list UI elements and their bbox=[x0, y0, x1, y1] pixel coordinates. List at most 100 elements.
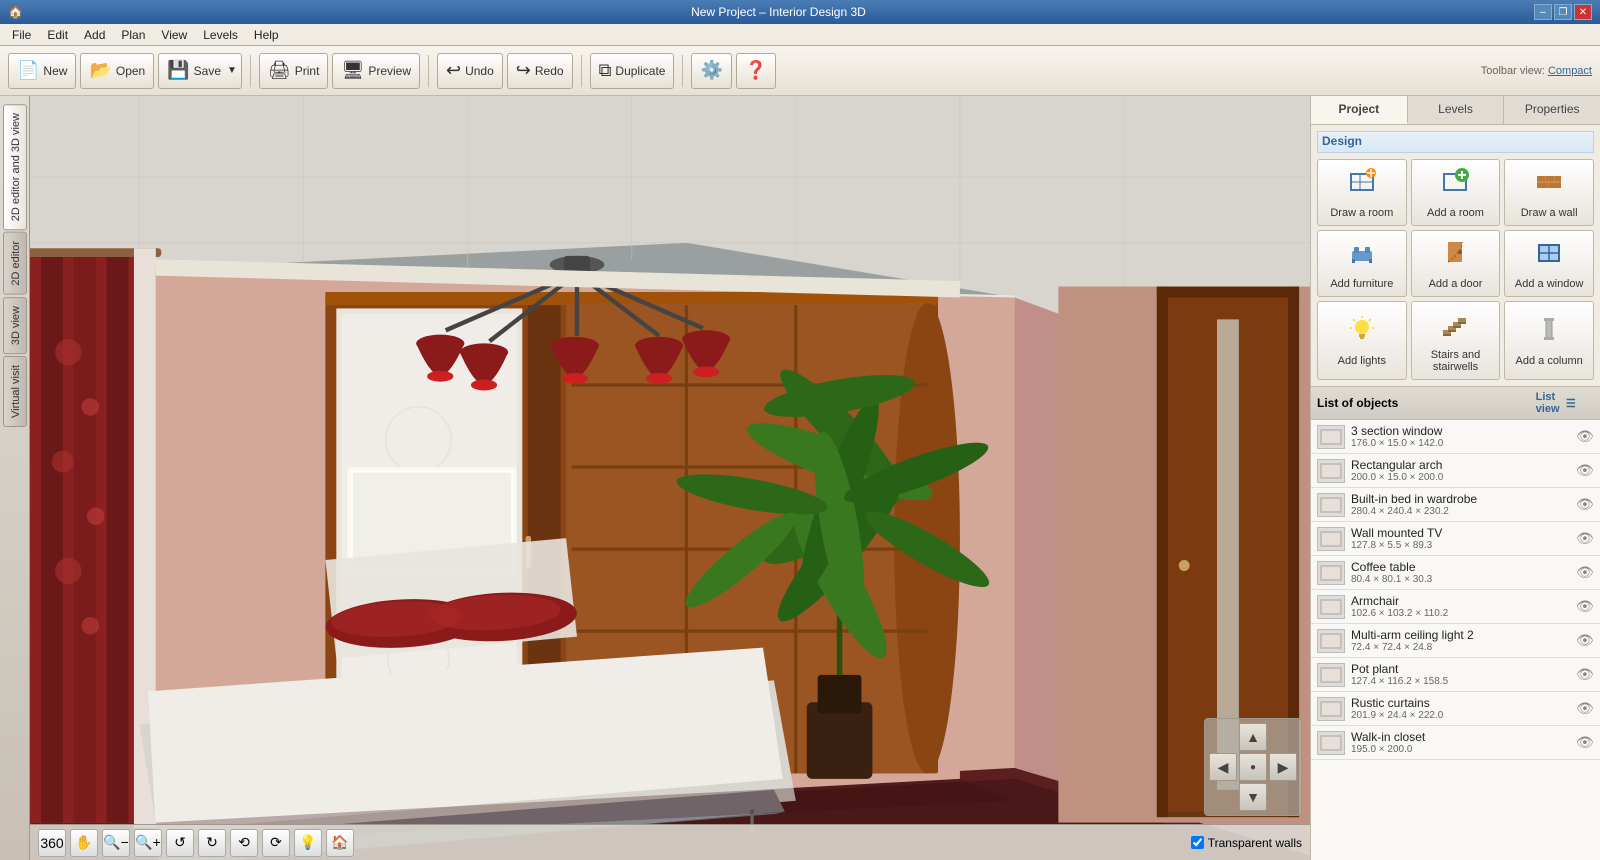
add-lights-button[interactable]: Add lights bbox=[1317, 301, 1407, 380]
preview-button[interactable]: 🖥 Preview bbox=[332, 53, 420, 89]
visibility-toggle[interactable]: 👁 bbox=[1576, 666, 1594, 683]
new-button[interactable]: 📄 New bbox=[8, 53, 76, 89]
home-button[interactable]: 🏠 bbox=[326, 829, 354, 857]
visibility-toggle[interactable]: 👁 bbox=[1576, 734, 1594, 751]
add-window-icon bbox=[1534, 237, 1564, 274]
orbit-right-button[interactable]: ⟳ bbox=[262, 829, 290, 857]
nav-down-button[interactable]: ▼ bbox=[1239, 783, 1267, 811]
add-furniture-button[interactable]: Add furniture bbox=[1317, 230, 1407, 297]
object-info: 3 section window 176.0 × 15.0 × 142.0 bbox=[1351, 424, 1570, 449]
orbit-left-button[interactable]: ⟲ bbox=[230, 829, 258, 857]
undo-button[interactable]: ↩ Undo bbox=[437, 53, 503, 89]
object-thumbnail bbox=[1317, 731, 1345, 755]
objects-list[interactable]: 3 section window 176.0 × 15.0 × 142.0 👁 … bbox=[1311, 420, 1600, 860]
zoom-in-button[interactable]: 🔍+ bbox=[134, 829, 162, 857]
window-controls: – ❐ ✕ bbox=[1534, 4, 1592, 20]
stairs-button[interactable]: Stairs and stairwells bbox=[1411, 301, 1501, 380]
visibility-toggle[interactable]: 👁 bbox=[1576, 598, 1594, 615]
visibility-toggle[interactable]: 👁 bbox=[1576, 632, 1594, 649]
zoom-out-button[interactable]: 🔍− bbox=[102, 829, 130, 857]
tab-levels[interactable]: Levels bbox=[1408, 96, 1505, 124]
add-door-label: Add a door bbox=[1429, 278, 1483, 290]
new-icon: 📄 bbox=[17, 60, 39, 81]
list-item[interactable]: Walk-in closet 195.0 × 200.0 👁 bbox=[1311, 726, 1600, 760]
menu-levels[interactable]: Levels bbox=[195, 26, 246, 44]
360-view-button[interactable]: 360 bbox=[38, 829, 66, 857]
list-item[interactable]: Rustic curtains 201.9 × 24.4 × 222.0 👁 bbox=[1311, 692, 1600, 726]
visibility-toggle[interactable]: 👁 bbox=[1576, 700, 1594, 717]
save-button[interactable]: 💾 Save ▼ bbox=[158, 53, 242, 89]
preview-icon: 🖥 bbox=[341, 60, 364, 81]
draw-room-button[interactable]: Draw a room bbox=[1317, 159, 1407, 226]
menu-edit[interactable]: Edit bbox=[39, 26, 76, 44]
visibility-toggle[interactable]: 👁 bbox=[1576, 530, 1594, 547]
add-column-button[interactable]: Add a column bbox=[1504, 301, 1594, 380]
design-label: Design bbox=[1317, 131, 1594, 153]
add-window-button[interactable]: Add a window bbox=[1504, 230, 1594, 297]
list-item[interactable]: 3 section window 176.0 × 15.0 × 142.0 👁 bbox=[1311, 420, 1600, 454]
redo-button[interactable]: ↪ Redo bbox=[507, 53, 573, 89]
tab-virtual-visit[interactable]: Virtual visit bbox=[3, 356, 27, 427]
settings-button[interactable]: ⚙️ bbox=[691, 53, 731, 89]
nav-left-button[interactable]: ◀ bbox=[1209, 753, 1237, 781]
light-button[interactable]: 💡 bbox=[294, 829, 322, 857]
duplicate-button[interactable]: ⧉ Duplicate bbox=[590, 53, 675, 89]
help-icon: ❓ bbox=[745, 60, 767, 81]
undo-icon: ↩ bbox=[446, 60, 461, 81]
object-name: Rectangular arch bbox=[1351, 458, 1570, 472]
object-dimensions: 200.0 × 15.0 × 200.0 bbox=[1351, 472, 1570, 483]
nav-right-button[interactable]: ▶ bbox=[1269, 753, 1297, 781]
draw-wall-button[interactable]: Draw a wall bbox=[1504, 159, 1594, 226]
list-item[interactable]: Pot plant 127.4 × 116.2 × 158.5 👁 bbox=[1311, 658, 1600, 692]
toolbar-separator-4 bbox=[682, 55, 683, 87]
add-door-button[interactable]: Add a door bbox=[1411, 230, 1501, 297]
menu-view[interactable]: View bbox=[153, 26, 195, 44]
transparent-walls-control: Transparent walls bbox=[1191, 836, 1302, 850]
add-lights-label: Add lights bbox=[1338, 355, 1386, 367]
menu-file[interactable]: File bbox=[4, 26, 39, 44]
nav-center-button[interactable]: ● bbox=[1239, 753, 1267, 781]
print-button[interactable]: 🖨 Print bbox=[259, 53, 329, 89]
object-thumbnail bbox=[1317, 459, 1345, 483]
tab-2d-3d-view[interactable]: 2D editor and 3D view bbox=[3, 104, 27, 230]
list-item[interactable]: Rectangular arch 200.0 × 15.0 × 200.0 👁 bbox=[1311, 454, 1600, 488]
transparent-walls-label[interactable]: Transparent walls bbox=[1208, 836, 1302, 850]
rotate-cw-button[interactable]: ↻ bbox=[198, 829, 226, 857]
print-icon: 🖨 bbox=[268, 60, 291, 81]
menu-plan[interactable]: Plan bbox=[113, 26, 153, 44]
add-room-button[interactable]: Add a room bbox=[1411, 159, 1501, 226]
visibility-toggle[interactable]: 👁 bbox=[1576, 428, 1594, 445]
visibility-toggle[interactable]: 👁 bbox=[1576, 462, 1594, 479]
rotate-ccw-button[interactable]: ↺ bbox=[166, 829, 194, 857]
object-dimensions: 127.4 × 116.2 × 158.5 bbox=[1351, 676, 1570, 687]
list-item[interactable]: Wall mounted TV 127.8 × 5.5 × 89.3 👁 bbox=[1311, 522, 1600, 556]
restore-button[interactable]: ❐ bbox=[1554, 4, 1572, 20]
object-name: Walk-in closet bbox=[1351, 730, 1570, 744]
open-button[interactable]: 📂 Open bbox=[80, 53, 154, 89]
tab-properties[interactable]: Properties bbox=[1504, 96, 1600, 124]
visibility-toggle[interactable]: 👁 bbox=[1576, 564, 1594, 581]
tab-2d-editor[interactable]: 2D editor bbox=[3, 232, 27, 295]
transparent-walls-checkbox[interactable] bbox=[1191, 836, 1204, 849]
save-dropdown-icon[interactable]: ▼ bbox=[227, 65, 237, 76]
list-view-button[interactable]: List view ☰ bbox=[1536, 391, 1594, 415]
help-button[interactable]: ❓ bbox=[736, 53, 776, 89]
list-item[interactable]: Built-in bed in wardrobe 280.4 × 240.4 ×… bbox=[1311, 488, 1600, 522]
menu-add[interactable]: Add bbox=[76, 26, 113, 44]
draw-wall-label: Draw a wall bbox=[1521, 207, 1578, 219]
nav-up-button[interactable]: ▲ bbox=[1239, 723, 1267, 751]
pan-button[interactable]: ✋ bbox=[70, 829, 98, 857]
tab-3d-view[interactable]: 3D view bbox=[3, 297, 27, 354]
object-dimensions: 195.0 × 200.0 bbox=[1351, 744, 1570, 755]
minimize-button[interactable]: – bbox=[1534, 4, 1552, 20]
add-room-icon bbox=[1440, 166, 1470, 203]
close-button[interactable]: ✕ bbox=[1574, 4, 1592, 20]
list-item[interactable]: Armchair 102.6 × 103.2 × 110.2 👁 bbox=[1311, 590, 1600, 624]
list-item[interactable]: Coffee table 80.4 × 80.1 × 30.3 👁 bbox=[1311, 556, 1600, 590]
list-item[interactable]: Multi-arm ceiling light 2 72.4 × 72.4 × … bbox=[1311, 624, 1600, 658]
object-dimensions: 176.0 × 15.0 × 142.0 bbox=[1351, 438, 1570, 449]
app-icon: 🏠 bbox=[8, 5, 23, 19]
visibility-toggle[interactable]: 👁 bbox=[1576, 496, 1594, 513]
tab-project[interactable]: Project bbox=[1311, 96, 1408, 124]
menu-help[interactable]: Help bbox=[246, 26, 287, 44]
